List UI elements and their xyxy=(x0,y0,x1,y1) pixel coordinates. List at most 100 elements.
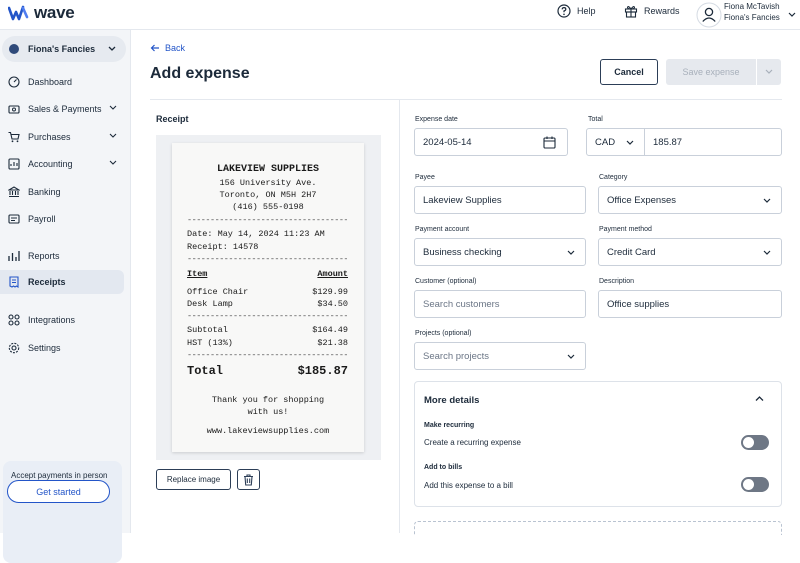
expense-date-value: 2024-05-14 xyxy=(423,136,472,148)
integrations-icon xyxy=(8,314,20,326)
payment-method-value: Credit Card xyxy=(607,246,656,258)
promo-card: Accept payments in person and online wit… xyxy=(3,461,122,563)
receipt-image: LAKEVIEW SUPPLIES 156 University Ave. To… xyxy=(172,143,364,452)
chevron-up-icon[interactable] xyxy=(755,395,764,402)
category-select[interactable]: Office Expenses xyxy=(598,186,782,214)
payee-input[interactable]: Lakeview Supplies xyxy=(414,186,586,214)
receipt-subtotal: $164.49 xyxy=(312,325,348,335)
replace-image-button[interactable]: Replace image xyxy=(156,469,231,490)
gear-icon xyxy=(8,342,20,354)
back-link[interactable]: Back xyxy=(150,43,185,53)
sidebar-item-accounting[interactable]: Accounting xyxy=(0,152,124,176)
payment-account-select[interactable]: Business checking xyxy=(414,238,586,266)
receipt-store: LAKEVIEW SUPPLIES xyxy=(216,164,320,175)
projects-search-select[interactable]: Search projects xyxy=(414,342,586,370)
dashboard-icon xyxy=(8,76,20,88)
chevron-down-icon xyxy=(763,250,771,255)
total-amount-input[interactable]: 185.87 xyxy=(644,128,782,156)
cancel-button[interactable]: Cancel xyxy=(600,59,658,85)
receipt-item-name: Desk Lamp xyxy=(187,299,233,309)
payment-method-select[interactable]: Credit Card xyxy=(598,238,782,266)
sidebar-item-label: Accounting xyxy=(28,159,73,169)
chevron-down-icon xyxy=(109,160,117,165)
sidebar-item-purchases[interactable]: Purchases xyxy=(0,125,124,149)
sidebar-item-receipts[interactable]: Receipts xyxy=(0,270,124,294)
sidebar-item-label: Settings xyxy=(28,343,61,353)
receipt-item-amount: $129.99 xyxy=(312,287,348,297)
expense-date-field[interactable]: 2024-05-14 xyxy=(414,128,568,156)
rewards-link[interactable]: Rewards xyxy=(624,4,680,18)
help-label: Help xyxy=(577,6,596,16)
business-switcher[interactable]: Fiona's Fancies xyxy=(2,36,126,62)
customer-search-input[interactable]: Search customers xyxy=(414,290,586,318)
receipt-item-name: Office Chair xyxy=(187,287,249,297)
description-value: Office supplies xyxy=(607,298,670,310)
payment-account-value: Business checking xyxy=(423,246,502,258)
chevron-down-icon xyxy=(788,12,796,17)
recurring-toggle[interactable] xyxy=(741,435,769,450)
header-divider xyxy=(150,99,782,100)
sidebar-item-label: Receipts xyxy=(28,277,66,287)
business-name: Fiona's Fancies xyxy=(28,44,96,54)
sidebar-item-dashboard[interactable]: Dashboard xyxy=(0,70,124,94)
chevron-down-icon xyxy=(567,250,575,255)
user-business: Fiona's Fancies xyxy=(724,13,780,22)
category-label: Category xyxy=(599,174,628,181)
sidebar-item-sales-payments[interactable]: Sales & Payments xyxy=(0,97,124,121)
payment-account-label: Payment account xyxy=(415,226,470,233)
receipt-item-amount: $34.50 xyxy=(317,299,348,309)
customer-label: Customer (optional) xyxy=(415,278,477,285)
save-expense-button[interactable]: Save expense xyxy=(666,59,756,85)
wave-logo-icon xyxy=(8,5,29,21)
receipt-separator: ----------------------------------------… xyxy=(187,350,347,360)
page-title: Add expense xyxy=(150,65,250,82)
receipt-subtotal-label: Subtotal xyxy=(187,325,228,335)
sales-icon xyxy=(8,105,20,114)
sidebar-item-label: Reports xyxy=(28,251,60,261)
receipt-separator: ----------------------------------------… xyxy=(187,215,347,225)
customer-placeholder: Search customers xyxy=(423,298,500,310)
user-menu[interactable]: Fiona McTavish Fiona's Fancies xyxy=(696,0,796,29)
receipt-address-2: Toronto, ON M5H 2H7 xyxy=(219,190,317,200)
accounting-icon xyxy=(8,158,20,170)
sidebar-item-integrations[interactable]: Integrations xyxy=(0,308,124,332)
get-started-button[interactable]: Get started xyxy=(7,480,110,503)
payee-value: Lakeview Supplies xyxy=(423,194,502,206)
receipt-total-label: Total xyxy=(187,364,224,378)
receipt-icon xyxy=(9,276,19,288)
projects-label: Projects (optional) xyxy=(415,330,472,337)
sidebar-item-label: Payroll xyxy=(28,214,56,224)
delete-image-button[interactable] xyxy=(237,469,260,490)
avatar xyxy=(696,2,722,27)
add-to-bills-label: Add to bills xyxy=(424,464,463,471)
chevron-down-icon xyxy=(567,354,575,359)
bank-icon xyxy=(8,186,20,198)
chevron-down-icon xyxy=(763,198,771,203)
save-options-button[interactable] xyxy=(757,59,781,85)
currency-select[interactable]: CAD xyxy=(586,128,645,156)
category-value: Office Expenses xyxy=(607,194,677,206)
projects-placeholder: Search projects xyxy=(423,350,490,362)
sidebar-item-label: Sales & Payments xyxy=(28,104,102,114)
sidebar-item-settings[interactable]: Settings xyxy=(0,336,124,360)
calendar-icon[interactable] xyxy=(543,136,556,149)
receipt-tax-label: HST (13%) xyxy=(187,338,233,348)
sidebar-item-payroll[interactable]: Payroll xyxy=(0,207,124,231)
recurring-text: Create a recurring expense xyxy=(424,438,521,447)
help-link[interactable]: Help xyxy=(557,4,596,18)
sidebar-item-label: Integrations xyxy=(28,315,76,325)
add-to-bills-toggle[interactable] xyxy=(741,477,769,492)
receipt-item-header: Item xyxy=(187,269,208,279)
more-details-title[interactable]: More details xyxy=(424,395,479,406)
receipt-separator: ----------------------------------------… xyxy=(187,311,347,321)
wave-logo[interactable]: wave xyxy=(8,3,75,23)
receipt-date: Date: May 14, 2024 11:23 AM xyxy=(187,229,325,239)
receipt-number: Receipt: 14578 xyxy=(187,242,259,252)
sidebar-item-label: Dashboard xyxy=(28,77,73,87)
chevron-down-icon xyxy=(626,140,634,145)
sidebar-item-reports[interactable]: Reports xyxy=(0,244,124,268)
chevron-down-icon xyxy=(108,46,116,51)
chevron-down-icon xyxy=(109,133,117,138)
description-input[interactable]: Office supplies xyxy=(598,290,782,318)
sidebar-item-banking[interactable]: Banking xyxy=(0,180,124,204)
